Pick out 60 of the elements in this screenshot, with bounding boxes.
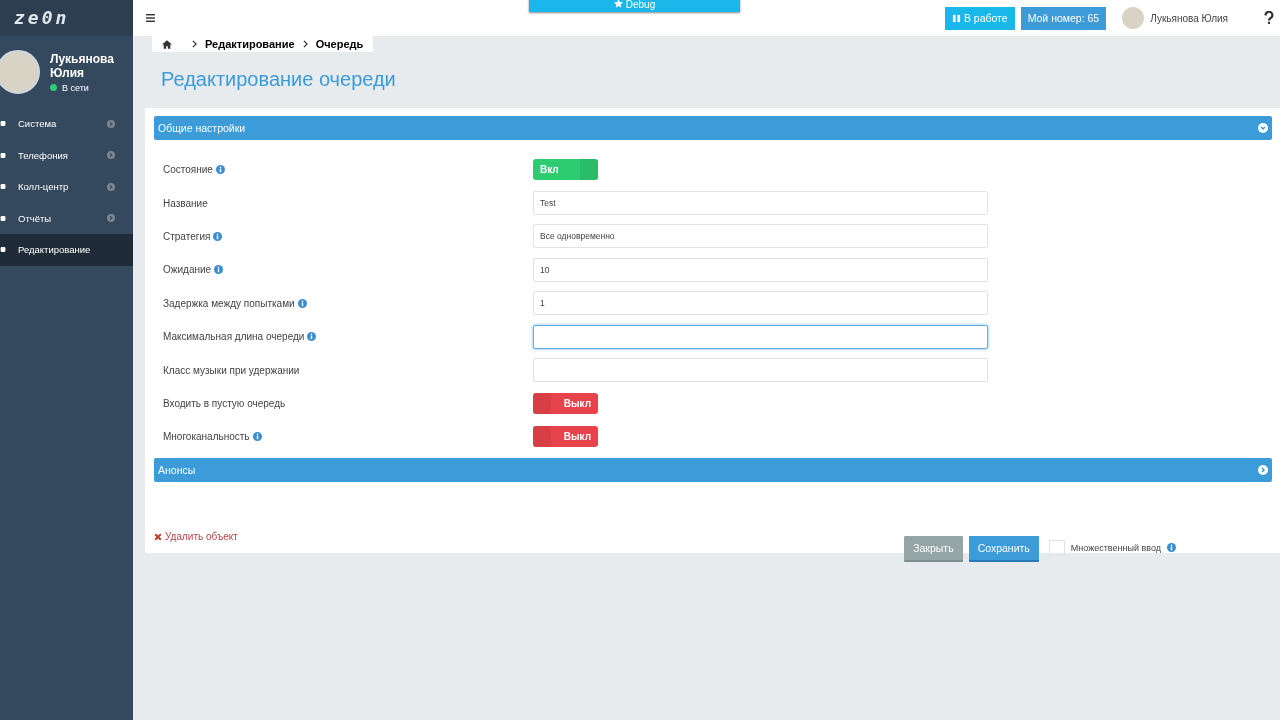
sidebar-item[interactable]: Система <box>0 108 133 140</box>
checkbox[interactable] <box>1048 539 1065 556</box>
sidebar-item[interactable]: Редактирование <box>0 234 133 266</box>
logo: ze0n <box>0 0 133 36</box>
help-icon[interactable] <box>1264 11 1274 25</box>
toggle-switch[interactable]: Выкл <box>533 392 598 414</box>
menu-icon[interactable] <box>146 14 155 22</box>
field-label: Максимальная длина очереди <box>163 331 305 343</box>
checkbox-label: Множественный ввод <box>1070 542 1161 553</box>
expand-icon <box>1258 464 1268 475</box>
home-icon[interactable] <box>162 39 172 49</box>
info-icon[interactable] <box>297 298 307 308</box>
info-icon[interactable] <box>252 432 262 442</box>
field-label: Стратегия <box>163 230 211 242</box>
breadcrumb-link[interactable]: Редактирование <box>205 38 295 50</box>
info-icon[interactable] <box>1167 543 1176 552</box>
breadcrumb-link[interactable]: Очередь <box>315 38 364 50</box>
menu-item-icon <box>0 213 6 223</box>
toggle-switch[interactable]: Выкл <box>533 426 598 448</box>
field-label: Класс музыки при удержании <box>163 364 300 376</box>
avatar <box>1122 7 1145 29</box>
star-icon <box>613 0 623 8</box>
page-title: Редактирование очереди <box>161 68 397 92</box>
online-dot-icon <box>50 84 57 91</box>
chevron-icon <box>192 40 197 48</box>
sidebar-item[interactable]: Телефония <box>0 139 133 171</box>
info-icon[interactable] <box>215 165 225 175</box>
input-field[interactable]: 1 <box>533 291 988 316</box>
input-field[interactable]: Все одновременно <box>533 224 988 249</box>
sidebar-item[interactable]: Отчёты <box>0 202 133 234</box>
profile-status: В сети <box>62 82 89 93</box>
field-label: Название <box>163 197 208 209</box>
input-field[interactable]: 10 <box>533 257 988 282</box>
menu-item-icon <box>0 245 6 255</box>
info-icon[interactable] <box>214 265 224 275</box>
avatar <box>0 50 40 94</box>
delete-link[interactable]: Удалить объект <box>154 529 238 544</box>
collapse-icon <box>1258 123 1268 133</box>
pause-icon <box>951 13 961 23</box>
chevron-icon <box>302 40 308 48</box>
info-icon[interactable] <box>307 332 317 342</box>
field-label: Ожидание <box>163 264 212 276</box>
input-field[interactable] <box>533 324 988 349</box>
field-label: Входить в пустую очередь <box>163 397 286 409</box>
sidebar-item[interactable]: Колл-центр <box>0 171 133 203</box>
expand-icon <box>107 214 115 223</box>
menu-item-icon <box>0 182 6 192</box>
profile-name: Лукьянова Юлия <box>50 51 115 80</box>
menu-item-icon <box>0 119 6 129</box>
info-icon[interactable] <box>213 231 223 241</box>
input-field[interactable]: Test <box>533 191 988 216</box>
user-name[interactable]: Лукьянова Юлия <box>1150 12 1228 24</box>
field-label: Состояние <box>163 164 213 176</box>
expand-icon <box>107 119 115 128</box>
field-label: Задержка между попытками <box>163 297 295 309</box>
expand-icon <box>107 182 115 191</box>
field-label: Многоканальность <box>163 431 250 443</box>
close-icon <box>154 532 162 541</box>
menu-item-icon <box>0 150 6 160</box>
expand-icon <box>107 151 115 160</box>
